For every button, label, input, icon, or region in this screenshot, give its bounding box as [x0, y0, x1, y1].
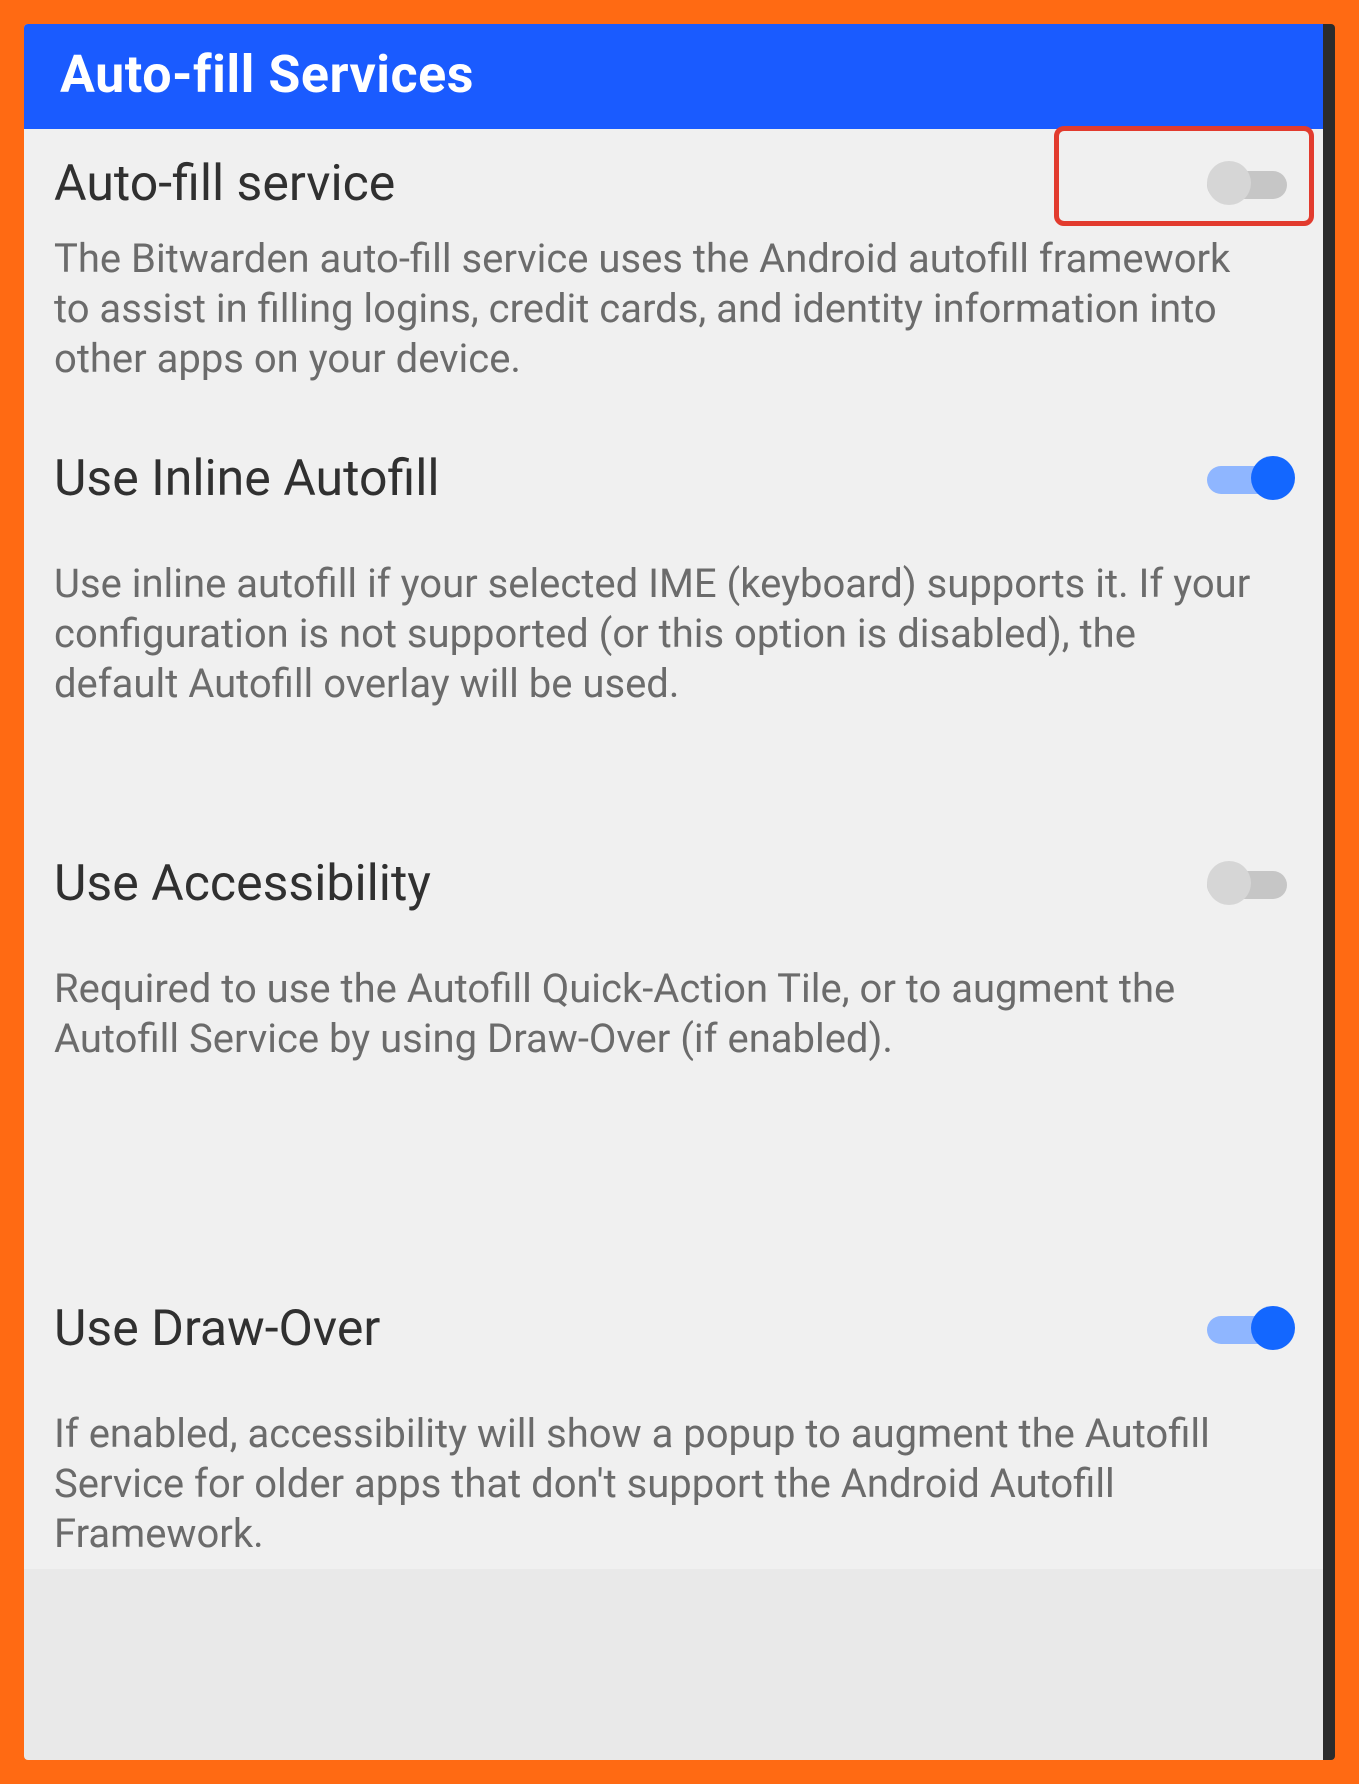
setting-title: Use Accessibility [54, 857, 1207, 912]
setting-inline-autofill[interactable]: Use Inline Autofill Use inline autofill … [24, 424, 1323, 719]
toggle-thumb [1207, 861, 1251, 905]
setting-desc: Required to use the Autofill Quick-Actio… [54, 964, 1293, 1064]
spacer [24, 719, 1323, 829]
accessibility-toggle[interactable] [1207, 861, 1293, 905]
setting-desc: The Bitwarden auto-fill service uses the… [54, 234, 1293, 384]
toggle-thumb [1251, 456, 1295, 500]
toggle-thumb [1251, 1306, 1295, 1350]
settings-list: Auto-fill service The Bitwarden auto-fil… [24, 129, 1323, 1569]
phone-frame: Auto-fill Services Auto-fill service The… [24, 24, 1335, 1760]
setting-autofill-service[interactable]: Auto-fill service The Bitwarden auto-fil… [24, 129, 1323, 394]
setting-desc: Use inline autofill if your selected IME… [54, 559, 1293, 709]
setting-title: Use Draw-Over [54, 1302, 1207, 1357]
spacer [24, 394, 1323, 424]
setting-title: Use Inline Autofill [54, 452, 1207, 507]
setting-desc: If enabled, accessibility will show a po… [54, 1409, 1293, 1559]
autofill-service-toggle[interactable] [1207, 161, 1293, 205]
page-title: Auto-fill Services [60, 44, 474, 105]
inline-autofill-toggle[interactable] [1207, 456, 1293, 500]
setting-title: Auto-fill service [54, 157, 1207, 212]
spacer [24, 1074, 1323, 1274]
toggle-thumb [1207, 161, 1251, 205]
draw-over-toggle[interactable] [1207, 1306, 1293, 1350]
setting-draw-over[interactable]: Use Draw-Over If enabled, accessibility … [24, 1274, 1323, 1569]
setting-accessibility[interactable]: Use Accessibility Required to use the Au… [24, 829, 1323, 1074]
app-bar: Auto-fill Services [24, 24, 1323, 129]
